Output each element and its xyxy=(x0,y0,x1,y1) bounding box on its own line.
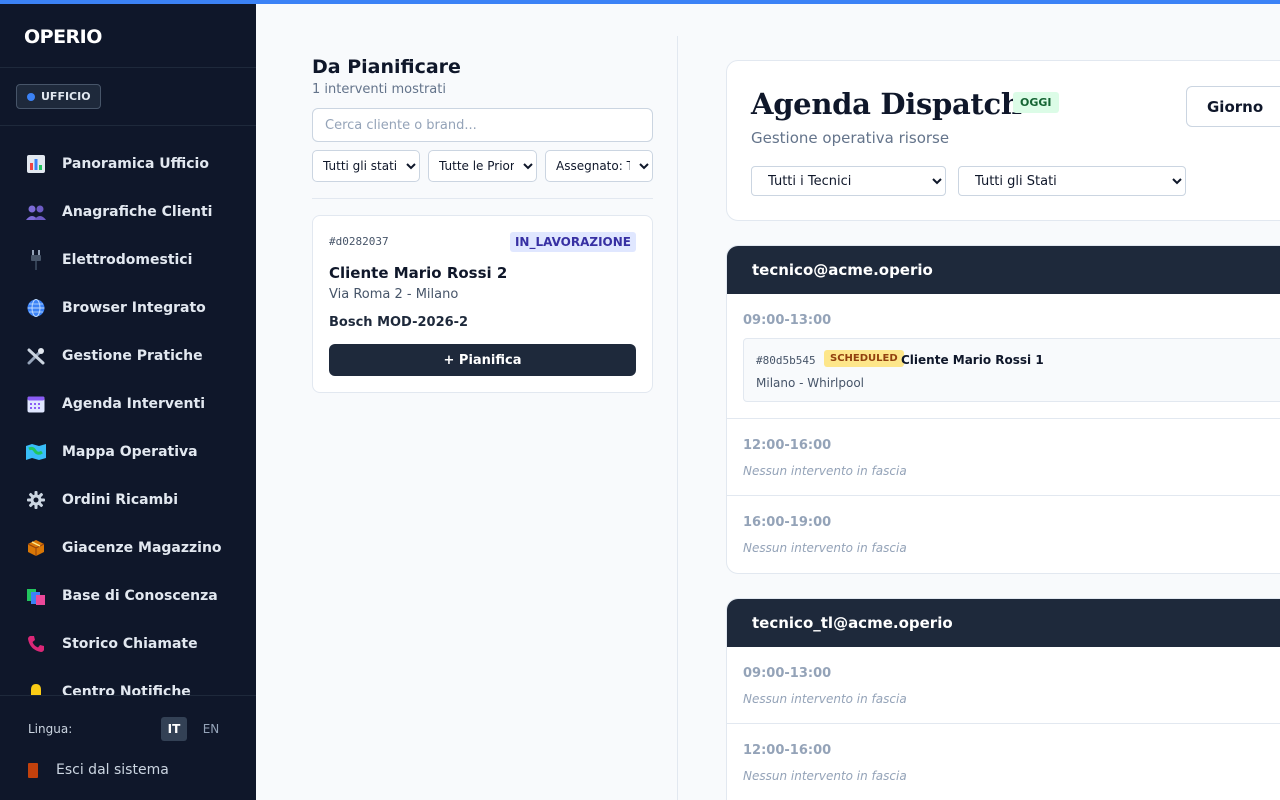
intervention-id: #d0282037 xyxy=(329,235,389,248)
slot-time: 16:00-19:00 xyxy=(743,515,832,530)
sidebar-item-label: Browser Integrato xyxy=(62,300,206,316)
status-badge: SCHEDULED xyxy=(824,350,904,367)
sidebar-item-label: Elettrodomestici xyxy=(62,252,193,268)
sidebar-nav: Panoramica Ufficio Anagrafiche Clienti E… xyxy=(0,140,256,695)
users-icon xyxy=(26,202,46,222)
sidebar-item-ordini-ricambi[interactable]: Ordini Ricambi xyxy=(0,476,256,524)
planning-panel: Da Pianificare 1 interventi mostrati Tut… xyxy=(256,4,677,800)
technician-column: tecnico_tl@acme.operio 09:00-13:00 Nessu… xyxy=(726,598,1280,800)
map-icon xyxy=(26,442,46,462)
sidebar-item-browser-integrato[interactable]: Browser Integrato xyxy=(0,284,256,332)
sidebar-item-gestione-pratiche[interactable]: Gestione Pratiche xyxy=(0,332,256,380)
technician-filter-select[interactable]: Tutti i Tecnici xyxy=(751,166,946,196)
search-input[interactable] xyxy=(312,108,653,142)
tools-icon xyxy=(26,346,46,366)
page-title: Agenda Dispatch xyxy=(751,87,1022,121)
divider xyxy=(312,198,653,199)
sidebar-item-agenda-interventi[interactable]: Agenda Interventi xyxy=(0,380,256,428)
app-logo: OPERIO xyxy=(24,26,102,48)
scheduled-job-card[interactable]: #80d5b545 SCHEDULED Cliente Mario Rossi … xyxy=(743,338,1280,402)
sidebar-item-panoramica-ufficio[interactable]: Panoramica Ufficio xyxy=(0,140,256,188)
job-client: Cliente Mario Rossi 1 xyxy=(901,353,1044,367)
package-icon xyxy=(26,538,46,558)
today-badge: OGGI xyxy=(1013,92,1059,113)
sidebar-item-label: Centro Notifiche xyxy=(62,684,191,695)
priority-filter-select[interactable]: Tutte le Priori xyxy=(428,150,537,182)
sidebar-item-label: Storico Chiamate xyxy=(62,636,198,652)
sidebar-item-label: Gestione Pratiche xyxy=(62,348,203,364)
empty-slot-text: Nessun intervento in fascia xyxy=(743,769,907,783)
language-it-button[interactable]: IT xyxy=(161,717,187,741)
page-subtitle: Gestione operativa risorse xyxy=(751,129,950,147)
sidebar-item-label: Base di Conoscenza xyxy=(62,588,218,604)
assigned-filter-select[interactable]: Assegnato: Tu xyxy=(545,150,653,182)
time-slot: 12:00-16:00 Nessun intervento in fascia xyxy=(727,419,1280,496)
panel-divider xyxy=(677,36,678,800)
status-badge: IN_LAVORAZIONE xyxy=(509,232,636,252)
planning-count: 1 interventi mostrati xyxy=(312,82,446,97)
slot-time: 09:00-13:00 xyxy=(743,313,832,328)
role-badge: UFFICIO xyxy=(16,84,101,109)
job-id: #80d5b545 xyxy=(756,354,816,367)
logout-label: Esci dal sistema xyxy=(56,762,169,778)
intervention-card: #d0282037 IN_LAVORAZIONE Cliente Mario R… xyxy=(312,215,653,393)
sidebar-item-storico-chiamate[interactable]: Storico Chiamate xyxy=(0,620,256,668)
technician-email: tecnico_tl@acme.operio xyxy=(727,599,1280,647)
day-view-button[interactable]: Giorno xyxy=(1186,86,1280,127)
door-icon xyxy=(28,762,38,778)
schedule-button[interactable]: + Pianifica xyxy=(329,344,636,376)
sidebar-footer: Lingua: IT EN Esci dal sistema xyxy=(0,695,256,800)
time-slot: 12:00-16:00 Nessun intervento in fascia xyxy=(727,724,1280,800)
time-slot: 16:00-19:00 Nessun intervento in fascia xyxy=(727,496,1280,573)
sidebar: OPERIO UFFICIO Panoramica Ufficio Anagra… xyxy=(0,0,256,800)
slot-time: 12:00-16:00 xyxy=(743,743,832,758)
top-accent-bar xyxy=(0,0,1280,4)
agenda-header: Agenda Dispatch OGGI Gestione operativa … xyxy=(726,60,1280,221)
status-filter-select[interactable]: Tutti gli stati xyxy=(312,150,420,182)
slot-time: 12:00-16:00 xyxy=(743,438,832,453)
planning-title: Da Pianificare xyxy=(312,56,461,78)
time-slot: 09:00-13:00 Nessun intervento in fascia xyxy=(727,647,1280,724)
divider xyxy=(0,125,256,126)
time-slot: 09:00-13:00 #80d5b545 SCHEDULED Cliente … xyxy=(727,294,1280,419)
sidebar-item-anagrafiche-clienti[interactable]: Anagrafiche Clienti xyxy=(0,188,256,236)
client-name: Cliente Mario Rossi 2 xyxy=(329,264,508,282)
role-label: UFFICIO xyxy=(41,90,91,103)
sidebar-item-mappa-operativa[interactable]: Mappa Operativa xyxy=(0,428,256,476)
globe-icon xyxy=(26,298,46,318)
language-label: Lingua: xyxy=(28,722,73,736)
sidebar-item-giacenze-magazzino[interactable]: Giacenze Magazzino xyxy=(0,524,256,572)
appliance-model: Bosch MOD-2026-2 xyxy=(329,315,469,330)
empty-slot-text: Nessun intervento in fascia xyxy=(743,464,907,478)
sidebar-item-label: Agenda Interventi xyxy=(62,396,206,412)
bell-icon xyxy=(26,682,46,695)
plug-icon xyxy=(26,250,46,270)
sidebar-item-base-di-conoscenza[interactable]: Base di Conoscenza xyxy=(0,572,256,620)
technician-email: tecnico@acme.operio xyxy=(727,246,1280,294)
books-icon xyxy=(26,586,46,606)
empty-slot-text: Nessun intervento in fascia xyxy=(743,541,907,555)
slot-time: 09:00-13:00 xyxy=(743,666,832,681)
sidebar-item-label: Giacenze Magazzino xyxy=(62,540,222,556)
empty-slot-text: Nessun intervento in fascia xyxy=(743,692,907,706)
job-location: Milano - Whirlpool xyxy=(756,376,864,390)
gear-icon xyxy=(26,490,46,510)
sidebar-item-elettrodomestici[interactable]: Elettrodomestici xyxy=(0,236,256,284)
logout-button[interactable]: Esci dal sistema xyxy=(28,762,169,778)
sidebar-item-centro-notifiche[interactable]: Centro Notifiche xyxy=(0,668,256,695)
sidebar-item-label: Ordini Ricambi xyxy=(62,492,178,508)
divider xyxy=(0,67,256,68)
bar-chart-icon xyxy=(26,154,46,174)
status-dot-icon xyxy=(27,92,35,101)
sidebar-item-label: Anagrafiche Clienti xyxy=(62,204,213,220)
sidebar-item-label: Panoramica Ufficio xyxy=(62,156,209,172)
calendar-icon xyxy=(26,394,46,414)
state-filter-select[interactable]: Tutti gli Stati xyxy=(958,166,1186,196)
technician-column: tecnico@acme.operio 09:00-13:00 #80d5b54… xyxy=(726,245,1280,574)
sidebar-item-label: Mappa Operativa xyxy=(62,444,198,460)
language-en-button[interactable]: EN xyxy=(198,717,224,741)
phone-icon xyxy=(26,634,46,654)
client-address: Via Roma 2 - Milano xyxy=(329,287,459,302)
